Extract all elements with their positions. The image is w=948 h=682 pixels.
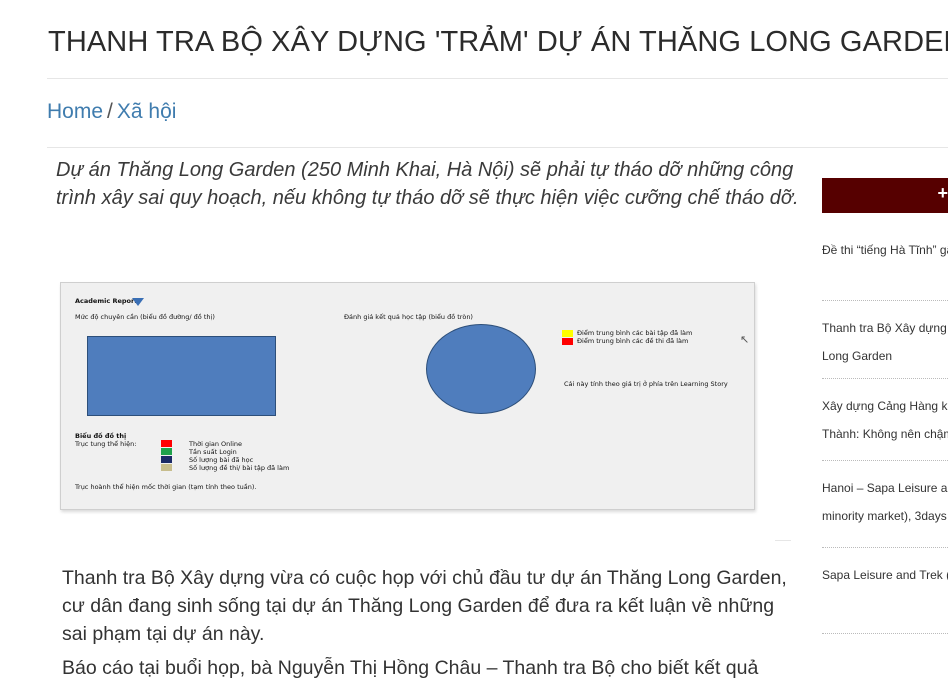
report-title: Academic Report: [75, 297, 138, 305]
pie-legend-item: Điểm trung bình các đề thi đã làm: [577, 337, 689, 345]
pie-chart-placeholder: [426, 324, 536, 414]
sidebar-item-line: Hanoi – Sapa Leisure ar: [822, 481, 948, 495]
line-chart-label: Mức độ chuyên cần (biểu đồ đường/ đồ thị…: [75, 313, 215, 321]
sidebar-divider: [822, 300, 948, 301]
sidebar-item-line: Long Garden: [822, 349, 893, 363]
sidebar-header-glyph: +: [937, 183, 948, 203]
line-legend-swatch-navy: [161, 456, 172, 463]
line-chart-placeholder: [87, 336, 276, 416]
article-image-academic-report: Academic Report Mức độ chuyên cần (biểu …: [60, 282, 755, 510]
pie-chart-label: Đánh giá kết quả học tập (biểu đồ tròn): [344, 313, 473, 321]
breadcrumb-home-link[interactable]: Home: [47, 100, 103, 123]
sidebar-item-line: minority market), 3days: [822, 509, 947, 523]
y-axis-label: Trục tung thể hiện:: [75, 440, 137, 448]
pie-legend-swatch-red: [562, 338, 573, 345]
article-paragraph-partial: Báo cáo tại buổi họp, bà Nguyễn Thị Hồng…: [62, 657, 759, 679]
pie-note: Cái này tính theo giá trị ở phía trên Le…: [564, 380, 728, 388]
line-legend-swatch-tan: [161, 464, 172, 471]
sidebar-header: +: [822, 178, 948, 213]
breadcrumb-separator: /: [107, 100, 113, 123]
line-legend-swatch-green: [161, 448, 172, 455]
breadcrumb: Home / Xã hội: [47, 100, 176, 124]
sidebar-item-link[interactable]: Hanoi – Sapa Leisure ar minority market)…: [822, 474, 948, 530]
sidebar-item-link[interactable]: Xây dựng Cảng Hàng kh Thành: Không nên c…: [822, 392, 948, 448]
sidebar-divider: [822, 633, 948, 634]
sidebar-divider: [822, 460, 948, 461]
pie-legend-swatch-yellow: [562, 330, 573, 337]
breadcrumb-category-link[interactable]: Xã hội: [117, 100, 177, 123]
line-legend-item: Thời gian Online: [189, 440, 243, 448]
image-caption-divider: [775, 540, 791, 541]
breadcrumb-divider: [47, 147, 948, 148]
sidebar-divider: [822, 547, 948, 548]
x-axis-note: Trục hoành thể hiện mốc thời gian (tạm t…: [75, 483, 257, 491]
sidebar-item-line: Thành: Không nên chậm: [822, 427, 948, 441]
sidebar-item-line: Đề thi “tiếng Hà Tĩnh” gâ: [822, 243, 948, 257]
sidebar-item-link[interactable]: Sapa Leisure and Trek (: [822, 561, 948, 589]
line-legend-item: Số lượng bài đã học: [189, 456, 254, 464]
sidebar-item-line: Xây dựng Cảng Hàng kh: [822, 399, 948, 413]
pie-legend-item: Điểm trung bình các bài tập đã làm: [577, 329, 693, 337]
sidebar-divider: [822, 378, 948, 379]
article-paragraph: Thanh tra Bộ Xây dựng vừa có cuộc họp vớ…: [62, 567, 787, 645]
sidebar-item-line: Sapa Leisure and Trek (: [822, 568, 948, 582]
sidebar-item-line: Thanh tra Bộ Xây dựng ': [822, 321, 948, 335]
line-legend-item: Tần suất Login: [189, 448, 237, 456]
sidebar-item-link[interactable]: Thanh tra Bộ Xây dựng ' Long Garden: [822, 314, 948, 370]
dropdown-triangle-icon: [132, 298, 144, 306]
line-legend-title: Biểu đồ đồ thị: [75, 432, 127, 440]
line-legend-swatch-red: [161, 440, 172, 447]
mouse-cursor-icon: ↖: [740, 333, 750, 346]
article-lead: Dự án Thăng Long Garden (250 Minh Khai, …: [56, 159, 799, 209]
title-divider: [47, 78, 948, 79]
page-title: THANH TRA BỘ XÂY DỰNG 'TRẢM' DỰ ÁN THĂNG…: [48, 26, 948, 58]
line-legend-item: Số lượng đề thi/ bài tập đã làm: [189, 464, 290, 472]
sidebar-item-link[interactable]: Đề thi “tiếng Hà Tĩnh” gâ: [822, 236, 948, 264]
